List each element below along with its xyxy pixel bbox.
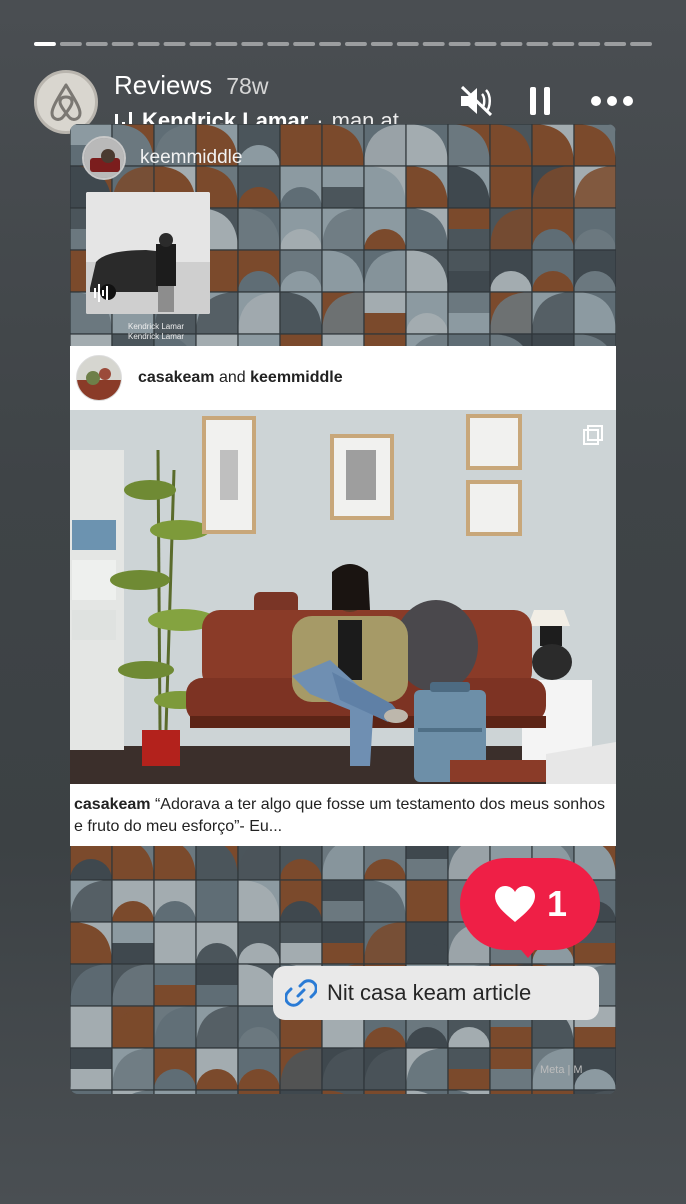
story-title[interactable]: Reviews (114, 70, 212, 101)
progress-segment (500, 42, 523, 46)
pause-icon (530, 87, 550, 115)
link-sticker[interactable]: Nit casa keam article (273, 966, 599, 1020)
more-options-button[interactable] (588, 82, 636, 120)
like-count: 1 (546, 883, 568, 924)
airbnb-logo-icon (50, 83, 82, 121)
reel-thumbnail[interactable] (86, 192, 210, 314)
reel-thumbnail-caption: Kendrick Lamar Kendrick Lamar (86, 322, 226, 342)
like-count-sticker[interactable]: 1 (460, 858, 600, 950)
muted-speaker-icon (460, 85, 493, 117)
link-label: Nit casa keam article (327, 980, 532, 1005)
progress-segment (189, 42, 212, 46)
post-author-avatar[interactable] (76, 355, 122, 401)
pause-button[interactable] (524, 82, 556, 120)
thumb-caption-line2: Kendrick Lamar (127, 332, 185, 341)
post-photo[interactable] (70, 410, 616, 784)
progress-segment (604, 42, 627, 46)
reel-author[interactable]: keemmiddle (82, 136, 242, 180)
mute-button[interactable] (456, 82, 496, 120)
progress-segment (163, 42, 186, 46)
heart-icon (494, 886, 535, 922)
post-authors[interactable]: casakeam and keemmiddle (138, 369, 343, 387)
progress-segment (59, 42, 82, 46)
post-author-1[interactable]: casakeam (138, 369, 215, 386)
progress-segment (241, 42, 264, 46)
progress-segment (137, 42, 160, 46)
progress-segment (578, 42, 601, 46)
progress-segment (293, 42, 316, 46)
caption-text: “Adorava a ter algo que fosse um testame… (74, 796, 605, 835)
reel-author-name: keemmiddle (140, 147, 243, 168)
progress-segment (630, 42, 652, 46)
progress-segment (34, 42, 56, 46)
progress-segment (85, 42, 108, 46)
progress-segment (215, 42, 238, 46)
progress-segment (448, 42, 471, 46)
story-progress-bar (34, 42, 652, 46)
shared-post[interactable]: casakeam and keemmiddle casakeam “Adorav… (70, 346, 616, 846)
progress-segment (319, 42, 341, 46)
progress-segment (396, 42, 419, 46)
story-age: 78w (226, 73, 269, 99)
reel-author-avatar (82, 136, 126, 180)
caption-author[interactable]: casakeam (74, 796, 151, 813)
progress-segment (370, 42, 393, 46)
progress-segment (422, 42, 445, 46)
progress-segment (552, 42, 575, 46)
progress-segment (474, 42, 497, 46)
post-author-connector: and (218, 369, 246, 386)
background-watermark: Meta | M (540, 1064, 583, 1076)
post-author-2[interactable]: keemmiddle (250, 369, 342, 386)
progress-segment (345, 42, 367, 46)
more-dots-icon (591, 96, 633, 106)
like-sticker-tail (516, 944, 540, 958)
link-icon (285, 979, 317, 1007)
thumb-caption-line1: Kendrick Lamar (127, 322, 185, 331)
post-header: casakeam and keemmiddle (70, 346, 616, 410)
progress-segment (267, 42, 290, 46)
progress-segment (111, 42, 134, 46)
post-caption[interactable]: casakeam “Adorava a ter algo que fosse u… (74, 794, 614, 838)
progress-segment (526, 42, 549, 46)
